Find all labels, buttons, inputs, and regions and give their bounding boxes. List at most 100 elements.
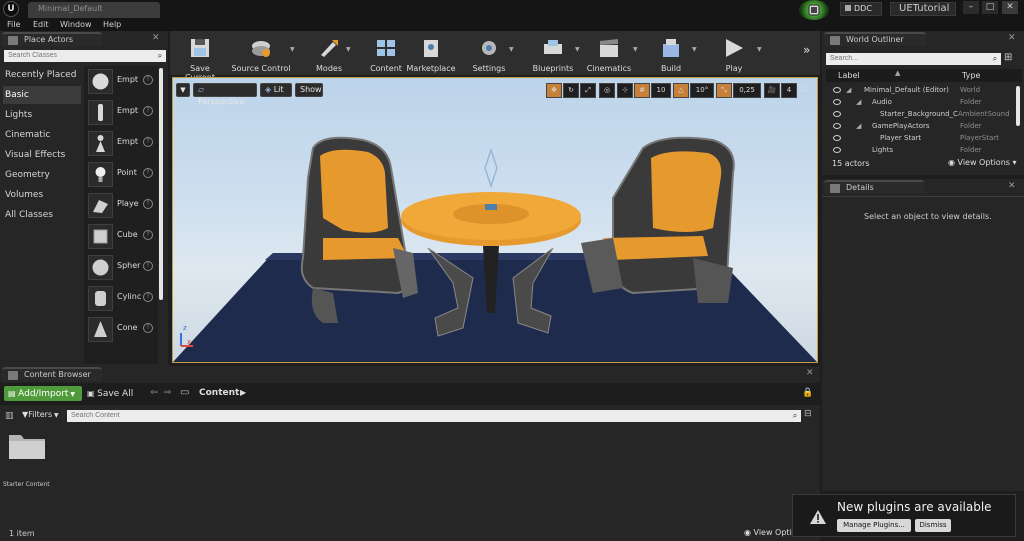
close-tab-icon[interactable]: ✕ [1008, 181, 1016, 191]
expand-arrow-icon[interactable]: ◢ [856, 96, 861, 108]
category-visual-effects[interactable]: Visual Effects [3, 146, 81, 164]
content-button[interactable]: Content [366, 34, 406, 74]
lit-button[interactable]: ◈ Lit [260, 83, 292, 97]
expand-arrow-icon[interactable]: ◢ [856, 120, 861, 132]
scale-mode-icon[interactable]: ⤢ [580, 83, 596, 98]
category-basic[interactable]: Basic [3, 86, 81, 104]
menu-help[interactable]: Help [103, 18, 121, 31]
help-icon[interactable]: ? [143, 230, 153, 240]
maximize-viewport-icon[interactable]: ◻ [801, 83, 813, 97]
outliner-row[interactable]: Player Start PlayerStart [826, 132, 1016, 144]
search-icon[interactable]: ⌕ [789, 410, 801, 422]
menu-file[interactable]: File [7, 18, 20, 31]
content-browser-tab[interactable]: Content Browser [2, 367, 102, 381]
search-classes-input[interactable] [4, 50, 154, 62]
history-forward-icon[interactable]: ⇒ [163, 387, 171, 398]
actor-item-empty-actor[interactable]: Empt? [85, 67, 163, 97]
category-cinematic[interactable]: Cinematic [3, 126, 81, 144]
eye-icon[interactable] [833, 123, 841, 129]
search-content-input[interactable] [67, 410, 789, 422]
rotation-snap-icon[interactable]: △ [673, 83, 689, 98]
outliner-search-input[interactable] [826, 53, 989, 65]
modes-button[interactable]: Modes [308, 34, 350, 74]
translate-mode-icon[interactable]: ✥ [546, 83, 562, 98]
menu-window[interactable]: Window [60, 18, 92, 31]
help-icon[interactable]: ? [143, 292, 153, 302]
actor-item-cone[interactable]: Cone? [85, 315, 163, 345]
close-icon[interactable]: ✕ [1002, 1, 1018, 14]
eye-icon[interactable] [833, 99, 841, 105]
path-chevron-icon[interactable]: ▶ [240, 388, 246, 397]
filters-button[interactable]: ▼Filters ▼ [22, 410, 64, 422]
chevron-down-icon[interactable]: ▼ [633, 46, 638, 53]
save-current-button[interactable]: Save Current [174, 34, 226, 82]
category-recently-placed[interactable]: Recently Placed [3, 66, 81, 84]
settings-button[interactable]: Settings [468, 34, 510, 74]
save-search-icon[interactable]: ⊟ [804, 409, 812, 419]
details-tab[interactable]: Details [824, 180, 924, 194]
outliner-scrollbar[interactable] [1016, 86, 1020, 126]
folder-tree-icon[interactable]: ▭ [180, 387, 189, 398]
search-icon[interactable]: ⌕ [154, 50, 166, 62]
level-document-tab[interactable]: Minimal_Default [28, 2, 160, 18]
grid-snap-icon[interactable]: # [634, 83, 650, 98]
perspective-button[interactable]: ▱ Perspective [193, 83, 257, 106]
outliner-row[interactable]: ◢ GamePlayActors Folder [826, 120, 1016, 132]
cinematics-button[interactable]: Cinematics [586, 34, 632, 74]
expand-arrow-icon[interactable]: ◢ [846, 84, 851, 96]
manage-plugins-button[interactable]: Manage Plugins... [837, 519, 911, 532]
maximize-icon[interactable]: □ [982, 1, 998, 14]
world-local-icon[interactable]: ◎ [599, 83, 615, 98]
eye-icon[interactable] [833, 135, 841, 141]
help-icon[interactable]: ? [143, 106, 153, 116]
close-tab-icon[interactable]: ✕ [1008, 33, 1016, 43]
scale-snap-icon[interactable]: ⤡ [716, 83, 732, 98]
camera-speed-icon[interactable]: 🎥 [764, 83, 780, 98]
level-viewport[interactable]: x z [172, 77, 818, 363]
place-actors-tab[interactable]: Place Actors [2, 32, 102, 46]
help-icon[interactable]: ? [143, 323, 153, 333]
world-outliner-tab[interactable]: World Outliner [824, 32, 926, 46]
content-view-options-button[interactable]: ◉ View Opti [744, 528, 792, 537]
outliner-row[interactable]: ◢ Minimal_Default (Editor) World [826, 84, 1016, 96]
source-control-button[interactable]: Source Control [230, 34, 292, 74]
dismiss-button[interactable]: Dismiss [915, 519, 951, 532]
menu-edit[interactable]: Edit [33, 18, 49, 31]
column-type[interactable]: Type [962, 71, 980, 80]
marketplace-button[interactable]: Marketplace [406, 34, 456, 74]
history-back-icon[interactable]: ⇐ [150, 387, 158, 398]
camera-speed-value[interactable]: 4 [781, 83, 797, 98]
rotation-snap-value[interactable]: 10° [690, 83, 714, 98]
asset-starter-content[interactable]: Starter Content [3, 429, 50, 494]
outliner-view-options-button[interactable]: ◉ View Options ▾ [948, 158, 1017, 167]
category-lights[interactable]: Lights [3, 106, 81, 124]
minimize-icon[interactable]: – [963, 1, 979, 14]
ddc-status[interactable]: DDC [840, 2, 882, 16]
scale-snap-value[interactable]: 0,25 [733, 83, 761, 98]
category-all-classes[interactable]: All Classes [3, 206, 81, 224]
outliner-row[interactable]: Lights Folder [826, 144, 1016, 154]
grid-snap-value[interactable]: 10 [651, 83, 671, 98]
save-all-button[interactable]: ▣ Save All [87, 386, 143, 401]
build-button[interactable]: Build [650, 34, 692, 74]
category-geometry[interactable]: Geometry [3, 166, 81, 184]
add-filter-icon[interactable]: ⊞ [1004, 52, 1012, 63]
outliner-row[interactable]: ◢ Audio Folder [826, 96, 1016, 108]
rotate-mode-icon[interactable]: ↻ [563, 83, 579, 98]
chevron-down-icon[interactable]: ▼ [692, 46, 697, 53]
chevron-down-icon[interactable]: ▼ [346, 46, 351, 53]
actor-item-player-start[interactable]: Playe? [85, 191, 163, 221]
path-crumb-content[interactable]: Content [199, 388, 239, 398]
sources-panel-toggle-icon[interactable]: ▥ [5, 411, 14, 421]
eye-icon[interactable] [833, 87, 841, 93]
help-icon[interactable]: ? [143, 261, 153, 271]
category-volumes[interactable]: Volumes [3, 186, 81, 204]
chevron-down-icon[interactable]: ▼ [290, 46, 295, 53]
actor-item-empty-character[interactable]: Empt? [85, 98, 163, 128]
lock-icon[interactable]: 🔒 [802, 388, 813, 398]
chevron-down-icon[interactable]: ▼ [757, 46, 762, 53]
toolbar-overflow-icon[interactable]: » [803, 43, 810, 57]
source-control-status-icon[interactable] [799, 0, 829, 20]
help-icon[interactable]: ? [143, 199, 153, 209]
actor-item-sphere[interactable]: Spher? [85, 253, 163, 283]
